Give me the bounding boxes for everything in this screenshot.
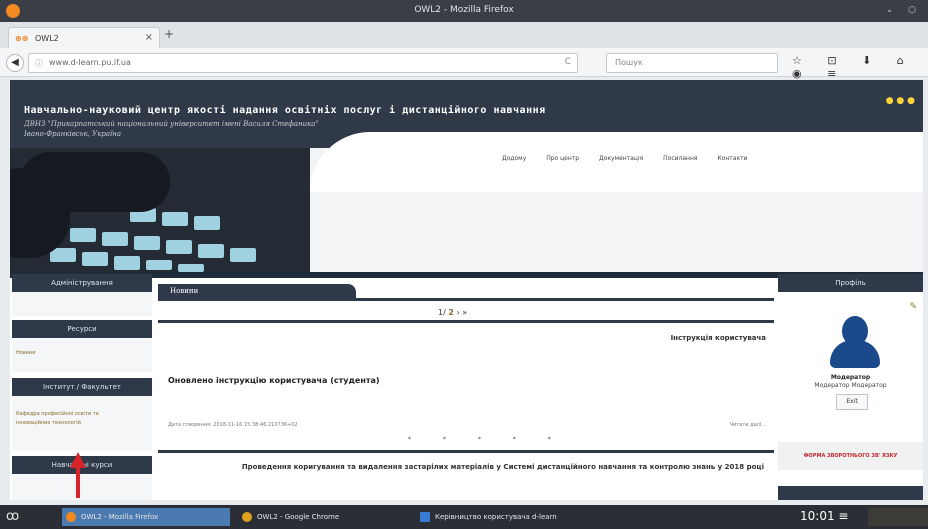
- owl-favicon-icon: ⊕⊕: [15, 34, 29, 43]
- user-roles: Модератор Модератор: [814, 382, 887, 389]
- navigation-bar: ◀ ⓘ www.d-learn.pu.if.ua C Пошук ☆ ⊡ ⬇ ⌂…: [0, 48, 928, 80]
- news-date: Дата створення: 2018-11-16 15:38:46.2107…: [168, 422, 298, 428]
- user-role: Модератор: [830, 374, 871, 381]
- pager-next[interactable]: 2: [448, 308, 454, 317]
- taskbar-chrome[interactable]: OWL2 - Google Chrome: [238, 508, 408, 526]
- tab-owl2[interactable]: ⊕⊕ OWL2 ×: [8, 27, 160, 49]
- keyboard-image: [10, 148, 310, 272]
- toolbar-icons[interactable]: ☆ ⊡ ⬇ ⌂ ◉ ≡: [792, 54, 928, 80]
- tab-label: OWL2: [35, 34, 59, 43]
- document-taskbar-icon: [420, 512, 430, 522]
- tab-news[interactable]: Новини: [158, 284, 356, 298]
- institute-body: Кафедра професійної освіти та інноваційн…: [12, 396, 152, 450]
- tab-bar: ⊕⊕ OWL2 ×: [0, 22, 928, 49]
- taskbar-firefox[interactable]: OWL2 - Mozilla Firefox: [62, 508, 230, 526]
- profile-header[interactable]: Профіль: [778, 274, 923, 292]
- pager-current: 1/: [438, 308, 446, 317]
- resources-header[interactable]: Ресурси: [12, 320, 152, 338]
- news-link[interactable]: Новини: [16, 350, 36, 356]
- exit-button[interactable]: Exit: [836, 394, 868, 410]
- instruction-title[interactable]: Інструкція користувача: [671, 334, 766, 342]
- search-placeholder: Пошук: [615, 58, 643, 67]
- reload-icon[interactable]: C: [565, 57, 571, 67]
- right-sidebar: Профіль ✎ Модератор Модератор Модератор …: [778, 274, 923, 500]
- pager-divider: [158, 320, 774, 323]
- avatar-head: [842, 316, 868, 346]
- avatar: [830, 316, 880, 368]
- edit-pen-icon[interactable]: ✎: [909, 302, 917, 312]
- taskbar-chrome-label: OWL2 - Google Chrome: [257, 513, 340, 521]
- chrome-taskbar-icon: [242, 512, 252, 522]
- url-text: www.d-learn.pu.if.ua: [49, 58, 131, 67]
- taskbar-document[interactable]: Керівництво користувача d-learn: [416, 508, 592, 526]
- news-divider: [158, 450, 774, 453]
- right-footer-header: [778, 486, 923, 500]
- red-arrow-shaft: [76, 466, 80, 498]
- firefox-taskbar-icon: [66, 512, 76, 522]
- url-bar[interactable]: ⓘ www.d-learn.pu.if.ua C: [28, 53, 578, 73]
- menu-links[interactable]: Посилання: [663, 155, 697, 162]
- department-link[interactable]: Кафедра професійної освіти та інноваційн…: [16, 410, 126, 428]
- banner-wave: [310, 132, 923, 192]
- feedback-form-link[interactable]: ФОРМА ЗВОРОТНЬОГО ЗВ' ЯЗКУ: [778, 442, 923, 470]
- news-headline[interactable]: Оновлено інструкцію користувача (студент…: [168, 376, 380, 385]
- clock[interactable]: 10:01 ≡: [800, 509, 848, 523]
- institute-header[interactable]: Інститут / Факультет: [12, 378, 152, 396]
- tray-image: [868, 508, 928, 526]
- pager-arrows[interactable]: › »: [456, 308, 467, 317]
- news-separator-stars: * * * * *: [408, 436, 566, 443]
- admin-body: [12, 292, 152, 316]
- read-more-link[interactable]: Читати далі...: [730, 422, 766, 428]
- window-title: OWL2 - Mozilla Firefox: [414, 5, 514, 15]
- courses-body: [12, 474, 152, 500]
- taskbar-document-label: Керівництво користувача d-learn: [435, 513, 557, 521]
- site-banner: Навчально-науковий центр якості надання …: [10, 80, 923, 272]
- top-menu: Додому Про центр Документація Посилання …: [502, 155, 765, 162]
- window-controls[interactable]: ⌄ ○: [886, 5, 922, 15]
- search-input[interactable]: Пошук: [606, 53, 778, 73]
- language-flags-icon[interactable]: ● ● ●: [886, 96, 915, 106]
- banner-title: Навчально-науковий центр якості надання …: [24, 105, 546, 116]
- admin-header[interactable]: Адміністрування: [12, 274, 152, 292]
- menu-about[interactable]: Про центр: [546, 155, 579, 162]
- news-tab-bar: [158, 298, 774, 301]
- banner-location: Івано-Франківськ, Україна: [24, 130, 122, 138]
- taskbar-firefox-label: OWL2 - Mozilla Firefox: [81, 513, 159, 521]
- back-button[interactable]: ◀: [6, 54, 24, 72]
- menu-docs[interactable]: Документація: [599, 155, 643, 162]
- menu-home[interactable]: Додому: [502, 155, 526, 162]
- window-titlebar: OWL2 - Mozilla Firefox ⌄ ○: [0, 0, 928, 22]
- menu-contacts[interactable]: Контакти: [717, 155, 747, 162]
- new-tab-button[interactable]: +: [164, 27, 174, 41]
- start-menu-icon[interactable]: ꝏ: [6, 508, 19, 526]
- info-icon[interactable]: ⓘ: [35, 58, 43, 69]
- close-tab-icon[interactable]: ×: [145, 32, 153, 43]
- news-column: Новини 1/ 2 › » Інструкція користувача О…: [158, 274, 774, 500]
- banner-subtitle: ДВНЗ "Прикарпатський національний універ…: [24, 120, 319, 128]
- resources-body: Новини: [12, 338, 152, 372]
- news-pager[interactable]: 1/ 2 › »: [438, 308, 467, 317]
- taskbar: ꝏ OWL2 - Mozilla Firefox OWL2 - Google C…: [0, 505, 928, 529]
- news-headline-2[interactable]: Проведення коригування та видалення заст…: [198, 462, 764, 473]
- web-page: Навчально-науковий центр якості надання …: [10, 80, 923, 500]
